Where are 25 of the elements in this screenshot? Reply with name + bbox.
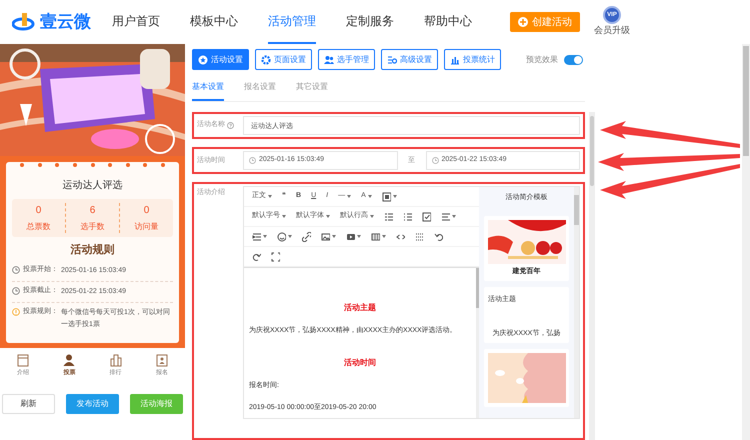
stat-label: 选手数 bbox=[80, 221, 104, 233]
toggle-label: 预览效果 bbox=[526, 54, 558, 66]
stat-value: 0 bbox=[36, 204, 42, 218]
stat-value: 6 bbox=[90, 204, 96, 218]
settings-tab[interactable]: 页面设置 bbox=[255, 49, 312, 70]
preview-button[interactable]: 刷新 bbox=[2, 394, 55, 414]
card-title: 运动达人评选 bbox=[62, 178, 124, 193]
nav-link[interactable]: 用户首页 bbox=[112, 0, 160, 44]
content-heading: 活动主题 bbox=[343, 302, 377, 314]
nav-link[interactable]: 活动管理 bbox=[268, 0, 316, 44]
settings-tab[interactable]: 选手管理 bbox=[318, 49, 375, 70]
sub-tab[interactable]: 基本设置 bbox=[192, 81, 224, 101]
stat-label: 总票数 bbox=[26, 221, 50, 233]
upgrade-link[interactable]: 会员升级 bbox=[594, 24, 630, 38]
nav-link[interactable]: 帮助中心 bbox=[424, 0, 472, 44]
settings-tab[interactable]: 活动设置 bbox=[192, 49, 249, 70]
nav-link[interactable]: 定制服务 bbox=[346, 0, 394, 44]
brand-name: 壹云微 bbox=[40, 11, 91, 34]
rules-heading: 活动规则 bbox=[70, 242, 116, 258]
stat-value: 0 bbox=[144, 204, 150, 218]
settings-tab[interactable]: 投票统计 bbox=[444, 49, 501, 70]
content-heading: 活动时间 bbox=[343, 356, 377, 368]
nav-link[interactable]: 模板中心 bbox=[190, 0, 238, 44]
settings-tab[interactable]: 高级设置 bbox=[381, 49, 438, 70]
stat-label: 访问量 bbox=[134, 221, 158, 233]
